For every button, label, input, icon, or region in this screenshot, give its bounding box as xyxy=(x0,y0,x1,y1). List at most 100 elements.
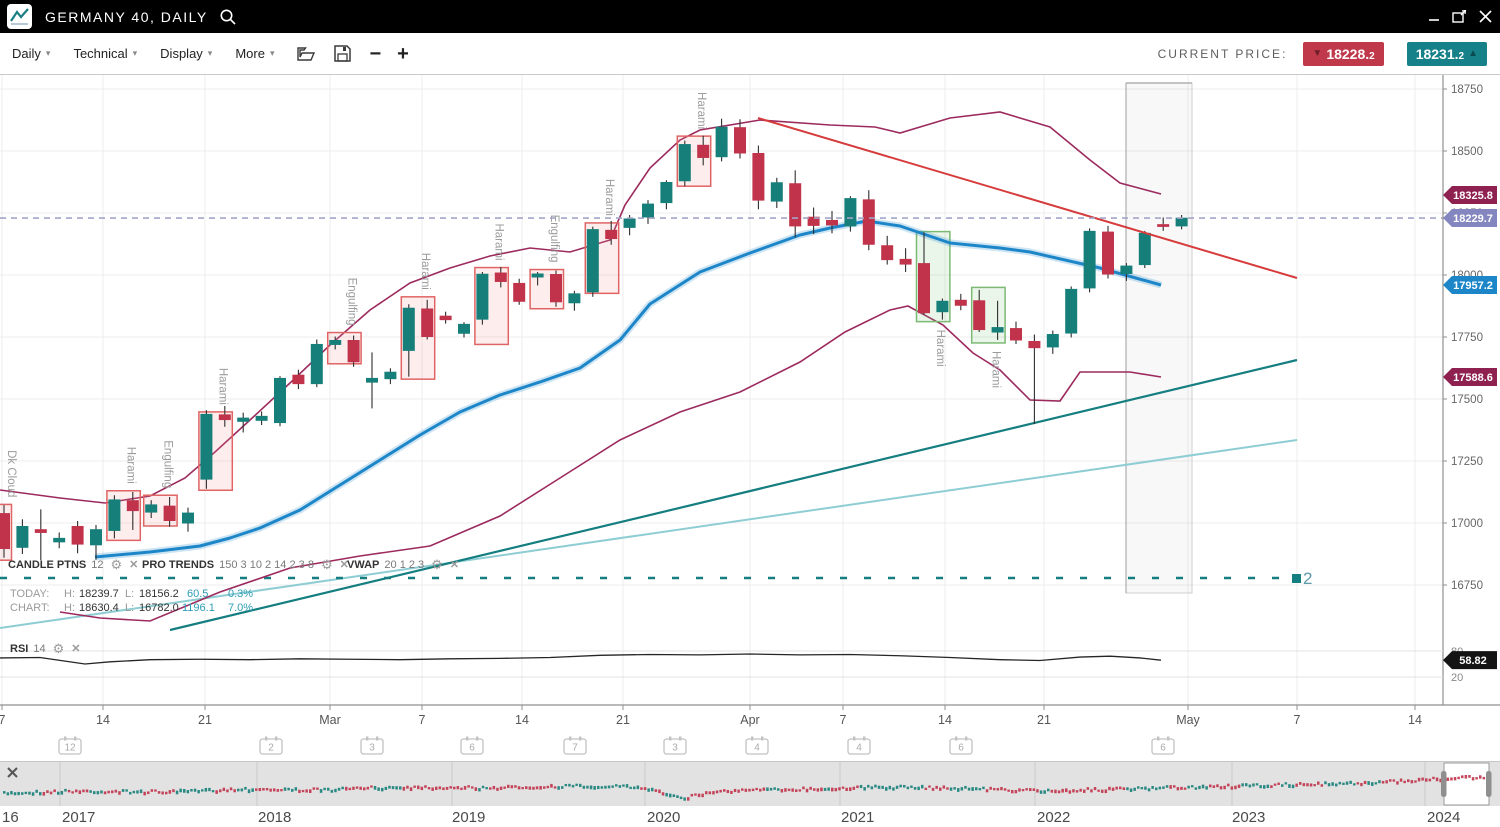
candle[interactable] xyxy=(697,145,709,158)
candle[interactable] xyxy=(476,274,488,320)
candle[interactable] xyxy=(752,153,764,201)
candle[interactable] xyxy=(1139,233,1151,265)
candle[interactable] xyxy=(458,324,470,334)
calendar-badge[interactable]: 6 xyxy=(1152,737,1174,755)
pro-trends-settings-icon[interactable]: ⚙ xyxy=(321,559,333,570)
candle[interactable] xyxy=(918,263,930,313)
candle[interactable] xyxy=(1028,341,1040,348)
candle[interactable] xyxy=(35,529,47,533)
candle[interactable] xyxy=(403,308,415,351)
candle[interactable] xyxy=(237,418,249,422)
candle-ptns-close-icon[interactable]: ✕ xyxy=(129,558,138,571)
navigator-handle-right[interactable] xyxy=(1486,771,1492,797)
candle[interactable] xyxy=(127,500,139,511)
candle-ptns-settings-icon[interactable]: ⚙ xyxy=(110,559,122,570)
candle[interactable] xyxy=(311,344,323,384)
candle[interactable] xyxy=(256,416,268,421)
candle[interactable] xyxy=(366,378,378,383)
candle[interactable] xyxy=(1176,218,1188,227)
candle[interactable] xyxy=(679,144,691,181)
candle[interactable] xyxy=(973,300,985,330)
close-icon[interactable] xyxy=(1479,10,1492,23)
candle[interactable] xyxy=(568,293,580,303)
candle[interactable] xyxy=(863,199,875,244)
popout-icon[interactable] xyxy=(1452,10,1467,24)
candle[interactable] xyxy=(53,538,65,542)
calendar-badge[interactable]: 7 xyxy=(564,737,586,755)
candle[interactable] xyxy=(826,220,838,225)
calendar-badge[interactable]: 2 xyxy=(260,737,282,755)
calendar-badge[interactable]: 4 xyxy=(746,737,768,755)
candle[interactable] xyxy=(1157,224,1169,227)
zoom-in-button[interactable]: + xyxy=(397,44,409,64)
rsi-settings-icon[interactable]: ⚙ xyxy=(53,643,65,654)
candle[interactable] xyxy=(421,308,433,337)
candle[interactable] xyxy=(900,259,912,265)
calendar-badge[interactable]: 3 xyxy=(664,737,686,755)
calendar-badge[interactable]: 6 xyxy=(950,737,972,755)
navigator[interactable] xyxy=(0,762,1500,807)
vwap-settings-icon[interactable]: ⚙ xyxy=(431,559,443,570)
candle[interactable] xyxy=(495,273,507,282)
candle[interactable] xyxy=(274,378,286,423)
candle[interactable] xyxy=(108,499,120,530)
menu-technical[interactable]: Technical ▾ xyxy=(73,46,137,61)
candle[interactable] xyxy=(771,182,783,201)
candle[interactable] xyxy=(292,375,304,384)
price-chart[interactable]: 2Dk CloudHaramiEngulfingHaramiEngulfingH… xyxy=(0,75,1500,827)
buy-price-button[interactable]: 18231.2 ▲ xyxy=(1407,42,1487,66)
calendar-badge[interactable]: 4 xyxy=(848,737,870,755)
candle[interactable] xyxy=(145,504,157,512)
calendar-badge[interactable]: 6 xyxy=(461,737,483,755)
calendar-badge[interactable]: 3 xyxy=(361,737,383,755)
candle[interactable] xyxy=(348,340,360,362)
candle[interactable] xyxy=(532,274,544,278)
open-folder-icon[interactable] xyxy=(297,46,316,62)
candle[interactable] xyxy=(844,198,856,226)
candle[interactable] xyxy=(716,127,728,158)
minimize-icon[interactable] xyxy=(1428,11,1440,23)
candle[interactable] xyxy=(0,513,10,549)
candle[interactable] xyxy=(384,372,396,379)
candle[interactable] xyxy=(936,301,948,312)
navigator-selection[interactable] xyxy=(1444,763,1489,805)
candle[interactable] xyxy=(219,414,231,420)
candle[interactable] xyxy=(90,529,102,545)
candle[interactable] xyxy=(1010,328,1022,340)
candle[interactable] xyxy=(660,182,672,203)
save-icon[interactable] xyxy=(334,45,351,62)
candle[interactable] xyxy=(1047,334,1059,347)
menu-daily[interactable]: Daily ▾ xyxy=(12,46,50,61)
candle[interactable] xyxy=(72,526,84,545)
rsi-close-icon[interactable]: ✕ xyxy=(71,642,80,655)
candle[interactable] xyxy=(624,218,636,227)
menu-display[interactable]: Display ▾ xyxy=(160,46,212,61)
vwap-close-icon[interactable]: ✕ xyxy=(450,558,459,571)
candle[interactable] xyxy=(1084,231,1096,289)
menu-more[interactable]: More ▾ xyxy=(235,46,274,61)
candle[interactable] xyxy=(734,127,746,153)
candle[interactable] xyxy=(1102,232,1114,275)
candle[interactable] xyxy=(605,230,617,239)
candle[interactable] xyxy=(329,340,341,345)
candle[interactable] xyxy=(16,526,28,548)
candle[interactable] xyxy=(587,229,599,292)
candle[interactable] xyxy=(182,513,194,524)
candle[interactable] xyxy=(881,245,893,260)
zoom-out-button[interactable]: − xyxy=(369,44,381,64)
candle[interactable] xyxy=(955,300,967,306)
sell-price-button[interactable]: ▼ 18228.2 xyxy=(1303,42,1383,66)
candle[interactable] xyxy=(789,183,801,226)
candle[interactable] xyxy=(550,274,562,302)
navigator-handle-left[interactable] xyxy=(1441,771,1447,797)
candle[interactable] xyxy=(992,327,1004,332)
candle[interactable] xyxy=(440,316,452,320)
search-icon[interactable] xyxy=(218,7,238,27)
candle[interactable] xyxy=(200,414,212,480)
candle[interactable] xyxy=(513,283,525,302)
candle[interactable] xyxy=(1120,266,1132,274)
candle[interactable] xyxy=(642,204,654,218)
candle[interactable] xyxy=(1065,289,1077,334)
calendar-badge[interactable]: 12 xyxy=(59,737,81,755)
candle[interactable] xyxy=(164,506,176,521)
